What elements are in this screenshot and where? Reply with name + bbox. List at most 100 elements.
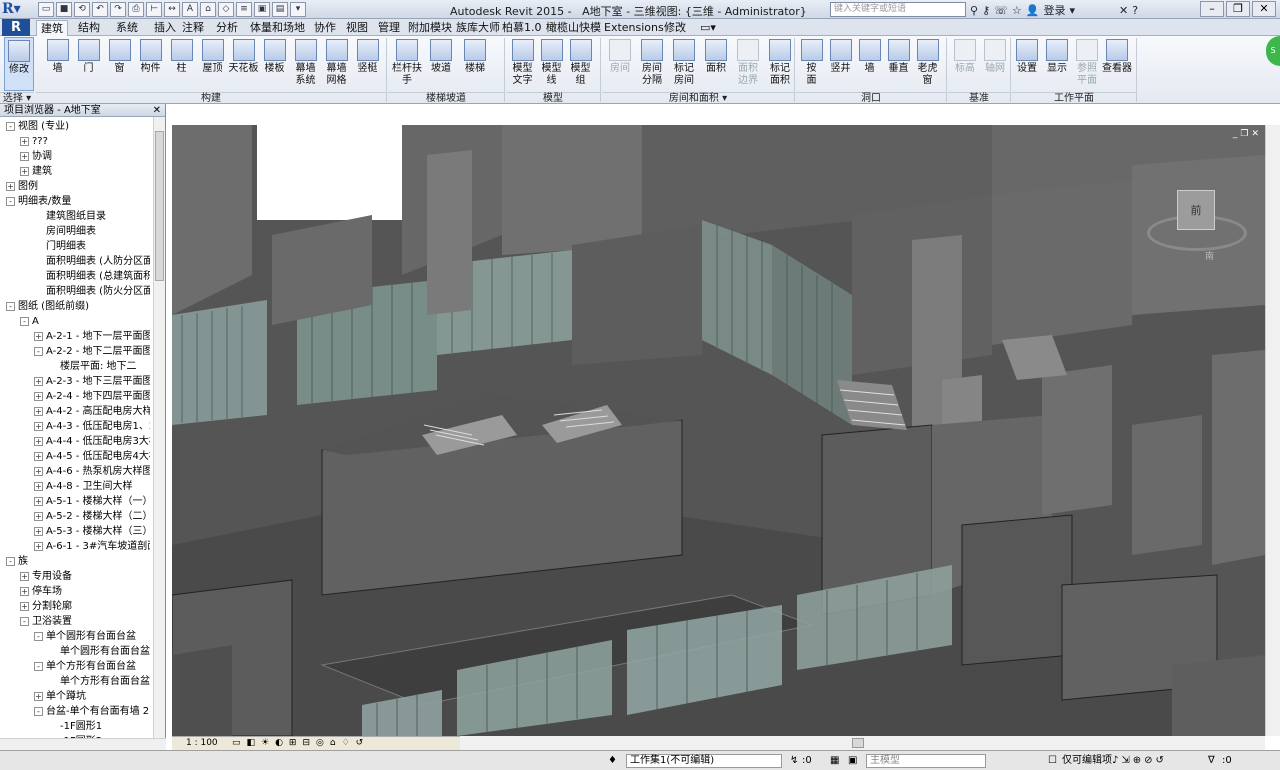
binoculars-icon[interactable]: ⚲ [970, 4, 978, 17]
tree-item[interactable]: - 台盆-单个有台面有墙 2F [34, 704, 150, 719]
tree-item[interactable]: + 单个蹲坑 [34, 689, 150, 704]
tree-item[interactable]: 门明细表 [34, 239, 150, 254]
minimize-ribbon-icon[interactable]: ▭▾ [696, 20, 720, 36]
tree-item[interactable]: 单个方形有台面台盆 [48, 674, 150, 689]
expand-icon[interactable]: + [20, 136, 29, 146]
viewport-vscroll[interactable] [1265, 125, 1280, 736]
tree-item[interactable]: + 停车场 [20, 584, 150, 599]
design-option-combo[interactable]: 主模型 [866, 754, 986, 768]
area-button[interactable]: 面积 [700, 37, 732, 91]
ceiling-button[interactable]: 天花板 [228, 37, 259, 91]
tab-4[interactable]: 注释 [178, 20, 208, 36]
tree-item[interactable]: - 图纸 (图纸前缀) [6, 299, 150, 314]
tree-item[interactable]: - A-2-2 - 地下二层平面图 [34, 344, 150, 359]
tree-item[interactable]: 建筑图纸目录 [34, 209, 150, 224]
stair-button[interactable]: 楼梯 [458, 37, 492, 91]
tab-8[interactable]: 视图 [342, 20, 372, 36]
tree-item[interactable]: -A [20, 314, 150, 329]
tree-item[interactable]: + A-4-3 - 低压配电房1、2 [34, 419, 150, 434]
redo-icon[interactable]: ↷ [110, 2, 126, 17]
railing-button[interactable]: 栏杆扶手 [390, 37, 424, 91]
tree-item[interactable]: 单个圆形有台面台盆 [48, 644, 150, 659]
workset-combo[interactable]: 工作集1(不可编辑) [626, 754, 782, 768]
tree-item[interactable]: 面积明细表 (总建筑面积) [34, 269, 150, 284]
tab-13[interactable]: 橄榄山快模 [542, 20, 605, 36]
favorites-icon[interactable]: ☆ [1012, 4, 1022, 17]
dimension-icon[interactable]: ↔ [164, 2, 180, 17]
tag-area-button[interactable]: 标记 面积 [764, 37, 796, 91]
tab-1[interactable]: 结构 [74, 20, 104, 36]
expand-icon[interactable]: + [34, 526, 43, 536]
collapse-icon[interactable]: - [20, 316, 29, 326]
tree-item[interactable]: 房间明细表 [34, 224, 150, 239]
close-hidden-icon[interactable]: ▣ [254, 2, 270, 17]
minimize-button[interactable]: – [1200, 1, 1224, 17]
tab-9[interactable]: 管理 [374, 20, 404, 36]
by-face-button[interactable]: 按 面 [797, 37, 826, 91]
tab-11[interactable]: 族库大师 [452, 20, 504, 36]
tree-item[interactable]: 楼层平面: 地下二 [48, 359, 150, 374]
sync-icon[interactable]: ⟲ [74, 2, 90, 17]
editing-requests-icon[interactable]: ↯ [790, 751, 798, 770]
default-3d-icon[interactable]: ⌂ [200, 2, 216, 17]
tree-item[interactable]: 面积明细表 (防火分区面积 [34, 284, 150, 299]
subscription-icon[interactable]: ⚷ [982, 4, 990, 17]
expand-icon[interactable]: + [34, 691, 43, 701]
expand-icon[interactable]: + [34, 376, 43, 386]
tab-3[interactable]: 插入 [150, 20, 180, 36]
component-button[interactable]: 构件 [135, 37, 166, 91]
tree-item[interactable]: - 视图 (专业) [6, 119, 150, 134]
model-line-button[interactable]: 模型 线 [537, 37, 566, 91]
tab-12[interactable]: 柏慕1.0 [498, 20, 546, 36]
tab-6[interactable]: 体量和场地 [246, 20, 309, 36]
tree-item[interactable]: + 建筑 [20, 164, 150, 179]
hscroll-thumb[interactable] [852, 738, 864, 748]
browser-hscroll[interactable] [0, 738, 166, 750]
curtain-grid-button[interactable]: 幕墙 网格 [321, 37, 352, 91]
tree-item[interactable]: +??? [20, 134, 150, 149]
tree-item[interactable]: + A-2-1 - 地下一层平面图 [34, 329, 150, 344]
revit-logo-icon[interactable]: R▾ [2, 1, 32, 18]
design-options-icon[interactable]: ▦ [830, 751, 839, 770]
browser-vscroll[interactable] [153, 117, 165, 738]
expand-icon[interactable]: + [20, 586, 29, 596]
dormer-button[interactable]: 老虎窗 [913, 37, 942, 91]
shaft-button[interactable]: 竖井 [826, 37, 855, 91]
ref-plane-button[interactable]: 参照 平面 [1072, 37, 1102, 91]
tree-item[interactable]: + A-4-6 - 热泵机房大样图 [34, 464, 150, 479]
tree-item[interactable]: + A-4-8 - 卫生间大样 [34, 479, 150, 494]
tree-item[interactable]: + A-2-4 - 地下四层平面图 [34, 389, 150, 404]
vp-restore-icon[interactable]: ❐ [1240, 129, 1248, 139]
communication-icon[interactable]: ☏ [994, 4, 1008, 17]
modify-button[interactable]: 修改 [4, 37, 34, 91]
signin-dropdown-icon[interactable]: ▾ [1069, 4, 1075, 17]
tree-item[interactable]: + A-2-3 - 地下三层平面图 [34, 374, 150, 389]
worksets-icon[interactable]: ♦ [608, 751, 617, 770]
selection-filter-icons[interactable]: ♪⇲⊕⊘↺ [1112, 751, 1167, 770]
expand-icon[interactable]: + [20, 571, 29, 581]
switch-windows-icon[interactable]: ▤ [272, 2, 288, 17]
roof-button[interactable]: 屋顶 [197, 37, 228, 91]
tree-item[interactable]: + 专用设备 [20, 569, 150, 584]
tree-item[interactable]: -族 [6, 554, 150, 569]
collapse-icon[interactable]: - [6, 121, 15, 131]
tree-item[interactable]: + 分割轮廓 [20, 599, 150, 614]
design-option-icon[interactable]: ▣ [848, 751, 857, 770]
tree-item[interactable]: + A-5-1 - 楼梯大样（一） [34, 494, 150, 509]
tag-icon[interactable]: A [182, 2, 198, 17]
expand-icon[interactable]: + [34, 511, 43, 521]
vertical-button[interactable]: 垂直 [884, 37, 913, 91]
ramp-button[interactable]: 坡道 [424, 37, 458, 91]
tree-item[interactable]: + A-6-1 - 3#汽车坡道剖面 [34, 539, 150, 554]
window-button[interactable]: 窗 [104, 37, 135, 91]
expand-icon[interactable]: + [20, 166, 29, 176]
vp-minimize-icon[interactable]: _ [1233, 129, 1238, 139]
thin-lines-icon[interactable]: ≡ [236, 2, 252, 17]
tree-item[interactable]: + 协调 [20, 149, 150, 164]
restore-button[interactable]: ❐ [1226, 1, 1250, 17]
scale-label[interactable]: 1 : 100 [186, 737, 218, 750]
wall-opening-button[interactable]: 墙 [855, 37, 884, 91]
undo-icon[interactable]: ↶ [92, 2, 108, 17]
expand-icon[interactable]: + [34, 481, 43, 491]
expand-icon[interactable]: + [34, 391, 43, 401]
